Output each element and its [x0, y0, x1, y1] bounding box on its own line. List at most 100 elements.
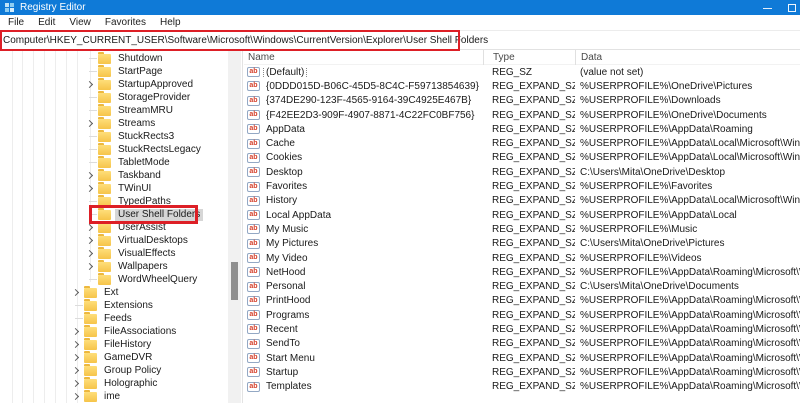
string-value-icon: ab — [247, 381, 260, 392]
value-row-f42ee2d3-909f-4907-8871-4c22fc0bf756[interactable]: ab {F42EE2D3-909F-4907-8871-4C22FC0BF756}… — [244, 108, 800, 122]
tree-item-stuckrects3[interactable]: StuckRects3 — [0, 129, 226, 143]
value-row-local-appdata[interactable]: ab Local AppData REG_EXPAND_SZ %USERPROFILE… — [244, 208, 800, 222]
value-data: %USERPROFILE%\AppData\Local\Microsoft\Wi… — [580, 152, 800, 164]
value-row-my-pictures[interactable]: ab My Pictures REG_EXPAND_SZ C:\Users\Mita\… — [244, 237, 800, 251]
value-row-cache[interactable]: ab Cache REG_EXPAND_SZ %USERPROFILE%\AppDat… — [244, 136, 800, 150]
tree-item-userassist[interactable]: UserAssist — [0, 220, 226, 234]
tree-item-tabletmode[interactable]: TabletMode — [0, 155, 226, 169]
tree-item-streammru[interactable]: StreamMRU — [0, 103, 226, 117]
value-name: SendTo — [266, 338, 300, 350]
tree-item-label: Wallpapers — [118, 260, 168, 272]
tree-scrollbar[interactable] — [228, 50, 241, 403]
value-row-startup[interactable]: ab Startup REG_EXPAND_SZ %USERPROFILE%\AppD… — [244, 365, 800, 379]
value-row-templates[interactable]: ab Templates REG_EXPAND_SZ %USERPROFILE%\Ap… — [244, 380, 800, 394]
menu-favorites[interactable]: Favorites — [98, 15, 153, 30]
expander-area[interactable] — [84, 117, 97, 130]
value-row-history[interactable]: ab History REG_EXPAND_SZ %USERPROFILE%\AppD… — [244, 194, 800, 208]
address-bar[interactable]: Computer\HKEY_CURRENT_USER\Software\Micr… — [0, 30, 800, 50]
tree-item-feeds[interactable]: Feeds — [0, 311, 226, 325]
value-row-printhood[interactable]: ab PrintHood REG_EXPAND_SZ %USERPROFILE%\Ap… — [244, 294, 800, 308]
expander-area[interactable] — [84, 247, 97, 260]
value-row-favorites[interactable]: ab Favorites REG_EXPAND_SZ %USERPROFILE%\Fa… — [244, 179, 800, 193]
column-header-type[interactable]: Type — [483, 49, 575, 65]
value-row-recent[interactable]: ab Recent REG_EXPAND_SZ %USERPROFILE%\AppDa… — [244, 322, 800, 336]
tree-item-wordwheelquery[interactable]: WordWheelQuery — [0, 272, 226, 286]
value-data: %USERPROFILE%\AppData\Local\Microsoft\Wi… — [580, 138, 800, 150]
column-header-data[interactable]: Data — [575, 49, 800, 65]
value-data: (value not set) — [580, 66, 644, 78]
tree-item-taskband[interactable]: Taskband — [0, 168, 226, 182]
expander-area[interactable] — [70, 351, 83, 364]
value-row-programs[interactable]: ab Programs REG_EXPAND_SZ %USERPROFILE%\App… — [244, 308, 800, 322]
menu-edit[interactable]: Edit — [31, 15, 62, 30]
value-row-nethood[interactable]: ab NetHood REG_EXPAND_SZ %USERPROFILE%\AppD… — [244, 265, 800, 279]
tree-item-ime[interactable]: ime — [0, 389, 226, 403]
column-header-name[interactable]: Name — [244, 52, 483, 63]
tree-item-holographic[interactable]: Holographic — [0, 376, 226, 390]
value-row-cookies[interactable]: ab Cookies REG_EXPAND_SZ %USERPROFILE%\AppD… — [244, 151, 800, 165]
value-row-374de290-123f-4565-9164-39c4925e467b[interactable]: ab {374DE290-123F-4565-9164-39C4925E467B}… — [244, 94, 800, 108]
tree-item-user-shell-folders[interactable]: User Shell Folders — [0, 207, 226, 221]
value-name-cell: ab Startup — [244, 367, 483, 378]
value-row-sendto[interactable]: ab SendTo REG_EXPAND_SZ %USERPROFILE%\AppDa… — [244, 337, 800, 351]
value-row-personal[interactable]: ab Personal REG_EXPAND_SZ C:\Users\Mita\One… — [244, 279, 800, 293]
connector-line — [75, 305, 83, 306]
value-type: REG_EXPAND_SZ — [492, 366, 575, 378]
tree-item-label: ime — [104, 390, 121, 402]
tree-item-startpage[interactable]: StartPage — [0, 64, 226, 78]
value-row-my-video[interactable]: ab My Video REG_EXPAND_SZ %USERPROFILE%\Vid… — [244, 251, 800, 265]
tree-item-ext[interactable]: Ext — [0, 285, 226, 299]
folder-icon — [98, 103, 111, 116]
minimize-button[interactable] — [763, 8, 772, 9]
value-row-start-menu[interactable]: ab Start Menu REG_EXPAND_SZ %USERPROFILE%\A… — [244, 351, 800, 365]
value-type: REG_EXPAND_SZ — [492, 295, 575, 307]
tree-item-visualeffects[interactable]: VisualEffects — [0, 246, 226, 260]
tree-item-startupapproved[interactable]: StartupApproved — [0, 77, 226, 91]
tree-item-stuckrectslegacy[interactable]: StuckRectsLegacy — [0, 142, 226, 156]
tree-item-fileassociations[interactable]: FileAssociations — [0, 324, 226, 338]
expander-area[interactable] — [70, 325, 83, 338]
tree-item-twinui[interactable]: TWinUI — [0, 181, 226, 195]
menu-view[interactable]: View — [62, 15, 98, 30]
value-name: AppData — [266, 123, 305, 135]
value-name: Programs — [266, 309, 310, 321]
expander-area[interactable] — [84, 221, 97, 234]
value-row-appdata[interactable]: ab AppData REG_EXPAND_SZ %USERPROFILE%\AppD… — [244, 122, 800, 136]
maximize-button[interactable] — [788, 4, 796, 12]
tree-item-shutdown[interactable]: Shutdown — [0, 51, 226, 65]
tree-item-streams[interactable]: Streams — [0, 116, 226, 130]
menu-file[interactable]: File — [1, 15, 31, 30]
value-row-my-music[interactable]: ab My Music REG_EXPAND_SZ %USERPROFILE%\Mus… — [244, 222, 800, 236]
expander-area[interactable] — [70, 377, 83, 390]
expander-area[interactable] — [84, 234, 97, 247]
expander-area[interactable] — [84, 182, 97, 195]
tree-item-filehistory[interactable]: FileHistory — [0, 337, 226, 351]
expander-area[interactable] — [84, 260, 97, 273]
tree-item-virtualdesktops[interactable]: VirtualDesktops — [0, 233, 226, 247]
value-row-default[interactable]: ab (Default) REG_SZ (value not set) — [244, 65, 800, 79]
connector-line — [89, 110, 97, 111]
tree-item-extensions[interactable]: Extensions — [0, 298, 226, 312]
expander-area[interactable] — [84, 78, 97, 91]
string-value-icon: ab — [247, 67, 260, 78]
value-type: REG_EXPAND_SZ — [492, 109, 575, 121]
tree-item-storageprovider[interactable]: StorageProvider — [0, 90, 226, 104]
value-row-desktop[interactable]: ab Desktop REG_EXPAND_SZ C:\Users\Mita\OneD… — [244, 165, 800, 179]
tree-scrollbar-thumb[interactable] — [231, 262, 238, 300]
string-value-icon: ab — [247, 181, 260, 192]
folder-icon — [98, 77, 111, 90]
value-type: REG_EXPAND_SZ — [492, 266, 575, 278]
tree-item-typedpaths[interactable]: TypedPaths — [0, 194, 226, 208]
expander-area[interactable] — [70, 338, 83, 351]
tree-item-group-policy[interactable]: Group Policy — [0, 363, 226, 377]
tree-item-gamedvr[interactable]: GameDVR — [0, 350, 226, 364]
value-row-0ddd015d-b06c-45d5-8c4c-f59713854639[interactable]: ab {0DDD015D-B06C-45D5-8C4C-F59713854639}… — [244, 79, 800, 93]
expander-area[interactable] — [70, 286, 83, 299]
value-data: %USERPROFILE%\AppData\Local\Microsoft\Wi… — [580, 195, 800, 207]
expander-area[interactable] — [84, 169, 97, 182]
tree-item-wallpapers[interactable]: Wallpapers — [0, 259, 226, 273]
menu-help[interactable]: Help — [153, 15, 188, 30]
value-name: {374DE290-123F-4565-9164-39C4925E467B} — [266, 95, 472, 107]
expander-area[interactable] — [70, 364, 83, 377]
expander-area[interactable] — [70, 390, 83, 403]
